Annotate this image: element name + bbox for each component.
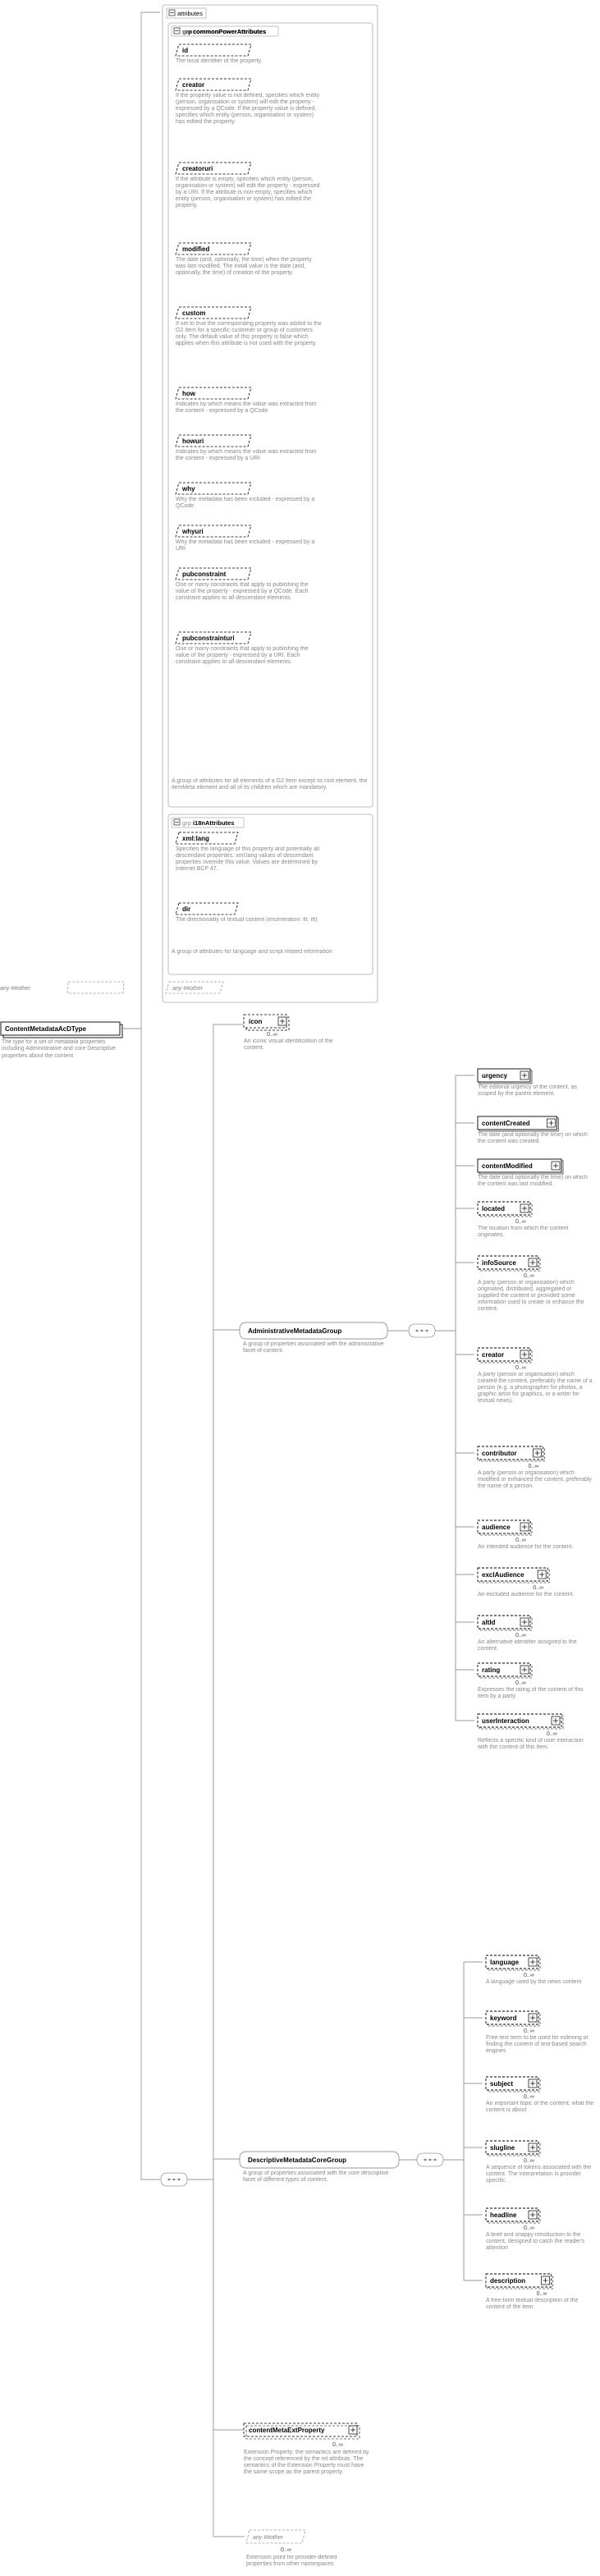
ext-label: contentMetaExtProperty [249,2427,325,2434]
svg-text:xml:lang: xml:lang [182,835,209,842]
svg-text:subject: subject [490,2080,513,2088]
attr-label-creator: creator [182,81,204,89]
attr-label-howuri: howuri [182,438,204,445]
descriptive-desc: A group of properties associated with th… [243,2170,399,2184]
admin-desc: A group of properties associated with th… [243,1341,387,1354]
attr-label-creatoruri: creatoruri [182,165,213,172]
svg-text:0..∞: 0..∞ [281,2547,291,2553]
svg-text:grp commonPowerAttributes: grp commonPowerAttributes [182,28,266,35]
svg-text:description: description [490,2277,525,2285]
svg-text:contributor: contributor [482,1450,517,1457]
svg-text:0..∞: 0..∞ [547,1731,557,1737]
grp-common-footer: A group of attributes for all elements o… [172,778,369,791]
svg-text:exclAudience: exclAudience [482,1571,524,1579]
svg-text:language: language [490,1959,520,1966]
svg-text:0..∞: 0..∞ [515,1219,526,1225]
svg-text:dir: dir [182,905,190,913]
svg-text:userInteraction: userInteraction [482,1717,529,1725]
root-desc: The type for a set of metadata propertie… [2,1039,117,1060]
svg-text:0..∞: 0..∞ [537,2291,547,2297]
svg-text:headline: headline [490,2212,517,2219]
attributes-header: attributes [167,8,206,18]
descriptive-label: DescriptiveMetadataCoreGroup [248,2157,346,2164]
icon-label: icon [249,1018,263,1025]
svg-text:0..∞: 0..∞ [529,1464,539,1469]
svg-text:located: located [482,1205,505,1212]
grp-i18n-footer: A group of attributes for language and s… [172,949,369,956]
root-type-label: ContentMetadataAcDType [5,1025,87,1033]
icon-card: 0..∞ [267,1032,277,1038]
svg-text:any ##other: any ##other [0,986,31,992]
svg-text:contentModified: contentModified [482,1162,533,1170]
svg-text:0..∞: 0..∞ [515,1538,526,1543]
svg-text:slugline: slugline [490,2144,515,2152]
descriptive-group-box[interactable]: DescriptiveMetadataCoreGroup [240,2152,399,2168]
svg-text:creator: creator [482,1351,504,1359]
ext-card: 0..∞ [332,2442,343,2448]
admin-group-box[interactable]: AdministrativeMetadataGroup [240,1322,387,1339]
attr-label-why: why [181,485,195,493]
svg-text:urgency: urgency [482,1072,508,1079]
svg-text:any ##other: any ##other [172,986,204,992]
attr-label-modified: modified [182,245,209,253]
attr-label-pubconstrainturi: pubconstrainturi [182,635,235,642]
svg-text:0..∞: 0..∞ [533,1585,543,1591]
svg-text:0..∞: 0..∞ [524,1273,534,1279]
attr-label-how: how [182,390,196,397]
svg-text:infoSource: infoSource [482,1259,516,1267]
svg-text:keyword: keyword [490,2015,517,2022]
attr-label-pubconstraint: pubconstraint [182,571,227,578]
icon-desc: An iconic visual identification of the c… [244,1038,338,1052]
svg-text:rating: rating [482,1666,500,1674]
svg-text:0..∞: 0..∞ [524,2028,534,2034]
attr-label-id: id [182,47,188,54]
svg-text:audience: audience [482,1524,511,1531]
svg-text:any ##other: any ##other [253,2535,284,2541]
svg-text:0..∞: 0..∞ [515,1365,526,1371]
svg-text:0..∞: 0..∞ [515,1633,526,1639]
any-other-attr: any ##other [0,982,124,993]
ext-desc: Extension Property; the semantics are de… [244,2450,370,2476]
attr-label-whyuri: whyuri [181,528,204,535]
svg-text:0..∞: 0..∞ [524,1973,534,1978]
svg-text:altId: altId [482,1619,496,1626]
any-other-desc: Extension point for provider-defined pro… [246,2555,361,2568]
icon-element[interactable]: icon [244,1015,289,1030]
svg-text:0..∞: 0..∞ [524,2158,534,2164]
svg-text:0..∞: 0..∞ [515,1680,526,1686]
admin-label: AdministrativeMetadataGroup [248,1327,341,1335]
attr-label-custom: custom [182,309,205,317]
ext-property-element[interactable]: contentMetaExtProperty [244,2423,360,2439]
svg-text:0..∞: 0..∞ [524,2094,534,2100]
svg-text:0..∞: 0..∞ [524,2225,534,2231]
svg-text:attributes: attributes [177,10,203,17]
any-other-element: any ##other [246,2530,305,2543]
svg-text:contentCreated: contentCreated [482,1120,530,1127]
root-type-box[interactable]: ContentMetadataAcDType [1,1022,122,1038]
svg-text:grp i18nAttributes: grp i18nAttributes [182,819,234,827]
